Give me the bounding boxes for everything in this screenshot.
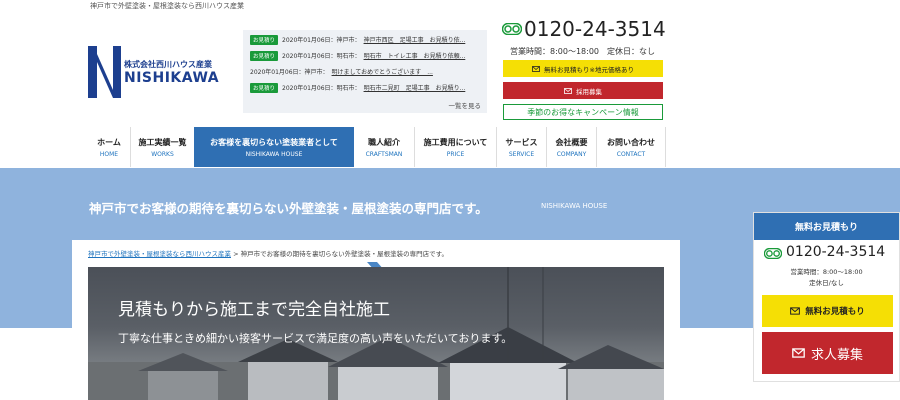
estimate-button[interactable]: 無料お見積もり※地元価格あり xyxy=(503,60,663,77)
recruit-button-label: 採用募集 xyxy=(576,87,602,96)
page-title: 神戸市でお客様の期待を裏切らない外壁塗装・屋根塗装の専門店です。 xyxy=(89,201,488,216)
nav-item-price[interactable]: 施工費用について PRICE xyxy=(414,127,496,167)
nav-sublabel: CRAFTSMAN xyxy=(365,150,403,158)
page-subtitle: NISHIKAWA HOUSE xyxy=(541,202,608,210)
news-date: 2020年01月06日：神戸市： xyxy=(282,37,361,44)
campaign-button[interactable]: 季節のお得なキャンペーン情報 xyxy=(503,104,663,120)
nishikawa-logo-icon xyxy=(88,46,121,98)
sidebar-hours: 営業時間：8:00～18:00 xyxy=(790,268,863,276)
news-link[interactable]: 明石市二見町 足場工事 お見積り... xyxy=(364,83,466,92)
news-tag: お見積り xyxy=(250,34,279,45)
nav-label: サービス xyxy=(505,137,538,147)
mail-icon xyxy=(792,348,805,358)
news-tag: お見積り xyxy=(250,50,279,61)
breadcrumb-home-link[interactable]: 神戸市で外壁塗装・屋根塗装なら西川ハウス産業 xyxy=(88,250,231,258)
nav-label: お客様を裏切らない塗装業者として xyxy=(210,137,338,147)
nav-sublabel: SERVICE xyxy=(508,150,535,158)
campaign-button-label: 季節のお得なキャンペーン情報 xyxy=(527,107,639,117)
news-link[interactable]: 明石市 トイレ工事 お見積り依頼... xyxy=(364,51,466,60)
nav-item-craftsman[interactable]: 職人紹介 CRAFTSMAN xyxy=(354,127,414,167)
business-hours: 営業時間：8:00～18:00 定休日：なし xyxy=(510,47,656,56)
nav-sublabel: COMPANY xyxy=(556,150,587,158)
news-link[interactable]: 明けましておめでとうございます ... xyxy=(332,67,433,76)
breadcrumb: 神戸市で外壁塗装・屋根塗装なら西川ハウス産業 > 神戸市でお客様の期待を裏切らな… xyxy=(88,248,448,258)
breadcrumb-current: 神戸市でお客様の期待を裏切らない外壁塗装・屋根塗装の専門店です。 xyxy=(240,250,448,258)
nav-sublabel: WORKS xyxy=(151,150,174,158)
news-date: 2020年01月06日：明石市： xyxy=(282,53,361,60)
company-name-jp: 株式会社西川ハウス産業 xyxy=(124,60,212,69)
freedial-icon xyxy=(764,248,782,259)
nav-item-company[interactable]: 会社概要 COMPANY xyxy=(546,127,596,167)
sidebar-phone[interactable]: 0120-24-3514 xyxy=(764,244,899,266)
news-date: 2020年01月06日：明石市： xyxy=(282,85,361,92)
mail-icon xyxy=(532,65,540,72)
breadcrumb-separator: > xyxy=(231,250,241,258)
mail-icon xyxy=(790,307,801,315)
sidebar-estimate-label: 無料お見積もり xyxy=(805,307,865,317)
nav-item-works[interactable]: 施工実績一覧 WORKS xyxy=(130,127,194,167)
top-strip: 神戸市で外壁塗装・屋根塗装なら西川ハウス産業 xyxy=(0,0,900,12)
nav-label: 職人紹介 xyxy=(368,137,400,147)
nav-label: お問い合わせ xyxy=(607,137,655,147)
nav-sublabel: NISHIKAWA HOUSE xyxy=(245,150,303,158)
hero-subtitle: 丁寧な仕事ときめ細かい接客サービスで満足度の高い声をいただいております。 xyxy=(118,332,513,345)
recruit-button[interactable]: 採用募集 xyxy=(503,82,663,99)
estimate-button-label: 無料お見積もり※地元価格あり xyxy=(544,65,634,74)
global-nav: ホーム HOME 施工実績一覧 WORKS お客様を裏切らない塗装業者として N… xyxy=(88,127,666,167)
freedial-icon xyxy=(502,23,522,35)
sidebar-holiday: 定休日/なし xyxy=(809,279,844,287)
phone-number: 0120-24-3514 xyxy=(524,17,666,41)
nav-label: 施工実績一覧 xyxy=(138,137,187,147)
nav-sublabel: HOME xyxy=(99,150,119,158)
nav-label: ホーム xyxy=(97,137,121,147)
news-link[interactable]: 神戸市西区 足場工事 お見積り依... xyxy=(364,35,466,44)
nav-item-nishikawa-house[interactable]: お客様を裏切らない塗装業者として NISHIKAWA HOUSE xyxy=(194,127,354,167)
site-tagline: 神戸市で外壁塗装・屋根塗装なら西川ハウス産業 xyxy=(90,2,244,10)
news-more-link[interactable]: 一覧を見る xyxy=(449,100,482,110)
nav-item-contact[interactable]: お問い合わせ CONTACT xyxy=(596,127,666,167)
sidebar-heading: 無料お見積もり xyxy=(754,213,899,240)
news-list: お見積り 2020年01月06日：神戸市： 神戸市西区 足場工事 お見積り依..… xyxy=(243,30,487,113)
hero-title: 見積もりから施工まで完全自社施工 xyxy=(118,300,390,320)
site-logo[interactable]: 株式会社西川ハウス産業 NISHIKAWA xyxy=(88,46,238,98)
news-item[interactable]: お見積り 2020年01月06日：明石市： 明石市二見町 足場工事 お見積り..… xyxy=(250,82,465,93)
sidebar-recruit-label: 求人募集 xyxy=(810,347,863,363)
header-phone[interactable]: 0120-24-3514 xyxy=(502,17,667,45)
sidebar-phone-number: 0120-24-3514 xyxy=(786,244,886,260)
sidebar-estimate-button[interactable]: 無料お見積もり xyxy=(762,295,893,327)
news-item[interactable]: お見積り 2020年01月06日：明石市： 明石市 トイレ工事 お見積り依頼..… xyxy=(250,50,465,61)
news-date: 2020年01月06日：神戸市： xyxy=(250,69,329,76)
nav-label: 会社概要 xyxy=(555,137,588,147)
mail-icon xyxy=(564,87,572,94)
nav-item-service[interactable]: サービス SERVICE xyxy=(496,127,546,167)
news-item[interactable]: お見積り 2020年01月06日：神戸市： 神戸市西区 足場工事 お見積り依..… xyxy=(250,34,465,45)
news-tag: お見積り xyxy=(250,82,279,93)
hero-banner: 見積もりから施工まで完全自社施工 丁寧な仕事ときめ細かい接客サービスで満足度の高… xyxy=(88,267,664,400)
news-item[interactable]: 2020年01月06日：神戸市： 明けましておめでとうございます ... xyxy=(250,66,433,77)
nav-label: 施工費用について xyxy=(423,137,488,147)
floating-contact-sidebar: 無料お見積もり 0120-24-3514 営業時間：8:00～18:00 定休日… xyxy=(753,212,900,382)
nav-sublabel: PRICE xyxy=(446,150,465,158)
sidebar-recruit-button[interactable]: 求人募集 xyxy=(762,332,893,374)
company-name-en: NISHIKAWA xyxy=(124,70,220,86)
nav-item-home[interactable]: ホーム HOME xyxy=(88,127,130,167)
nav-sublabel: CONTACT xyxy=(616,150,646,158)
